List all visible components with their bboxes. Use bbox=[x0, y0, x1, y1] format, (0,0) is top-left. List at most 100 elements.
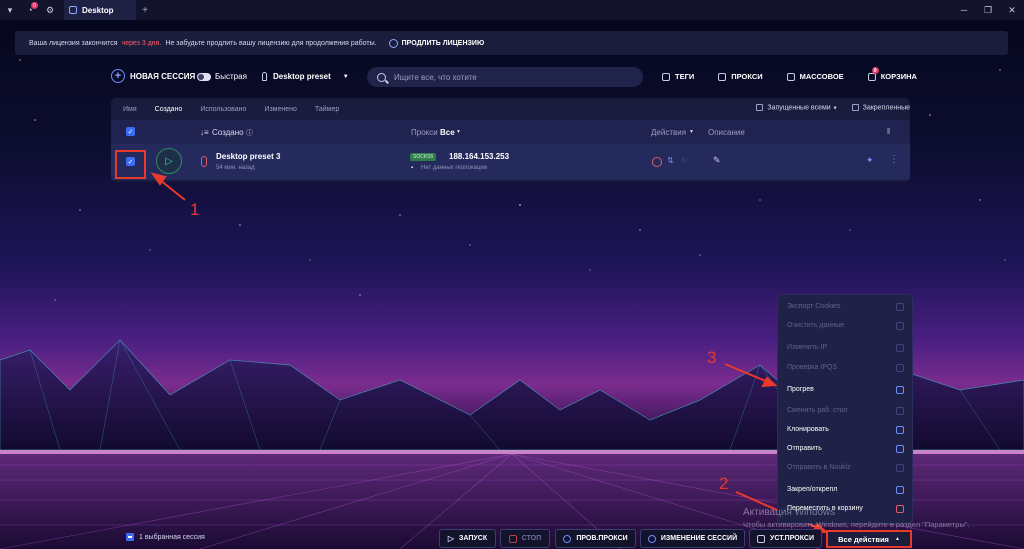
check-proxy-button[interactable]: ПРОВ.ПРОКСИ bbox=[555, 529, 636, 548]
edit-icon bbox=[647, 534, 656, 543]
desktop-icon bbox=[896, 406, 904, 415]
check-proxy-label: ПРОВ.ПРОКСИ bbox=[576, 535, 628, 542]
table-row[interactable]: ✓ ▷ Desktop preset 3 54 мин. назад SOCKS… bbox=[111, 144, 910, 180]
refresh-icon[interactable]: ↻ bbox=[681, 156, 688, 165]
all-actions-button[interactable]: Все действия ▲ bbox=[826, 530, 912, 548]
selection-counter[interactable]: 1 выбранная сессия bbox=[126, 533, 205, 541]
highlight-checkbox bbox=[115, 150, 146, 179]
person-icon bbox=[262, 72, 267, 81]
columns-icon[interactable]: ⦀ bbox=[887, 127, 891, 137]
start-label: ЗАПУСК bbox=[459, 535, 488, 542]
quick-label: Быстрая bbox=[215, 72, 247, 81]
tags-label: ТЕГИ bbox=[675, 72, 695, 81]
more-options-icon[interactable]: ⋮ bbox=[889, 154, 899, 165]
shield-icon bbox=[896, 363, 904, 372]
app-logo-icon[interactable]: ▾ bbox=[0, 0, 20, 20]
sessions-panel: Имя Создано Использовано Изменено Таймер… bbox=[111, 98, 910, 182]
toolbar-links: ТЕГИ ПРОКСИ МАССОВОЕ 0 КОРЗИНА bbox=[662, 67, 941, 81]
sort-arrow-icon[interactable]: ↓≡ bbox=[200, 128, 209, 137]
bulk-button[interactable]: МАССОВОЕ bbox=[786, 72, 844, 81]
new-session-label: НОВАЯ СЕССИЯ bbox=[130, 71, 196, 81]
launched-all-filter[interactable]: Запущенные всеми ▼ bbox=[756, 104, 838, 111]
stop-button[interactable]: СТОП bbox=[500, 529, 550, 548]
preset-selector[interactable]: Desktop preset ▼ bbox=[262, 72, 349, 81]
minimize-icon[interactable]: ─ bbox=[952, 0, 976, 20]
title-bar: ▾ ◔ 0 ⚙ Desktop + ─ ❐ ✕ bbox=[0, 0, 1024, 20]
menu-item-change-desktop[interactable]: Сменить раб. стол bbox=[778, 401, 912, 420]
pinned-checkbox[interactable] bbox=[851, 104, 859, 111]
proxy-type-badge: SOCKS5 bbox=[410, 153, 437, 161]
flag-icon: ▪ bbox=[411, 165, 414, 171]
close-icon[interactable]: ✕ bbox=[1000, 0, 1024, 20]
annotation-number-3: 3 bbox=[707, 348, 717, 367]
pin-icon[interactable]: ✦ bbox=[866, 155, 874, 166]
menu-item-send[interactable]: Отправить bbox=[778, 439, 912, 458]
settings-gear-icon[interactable]: ⚙ bbox=[40, 0, 60, 20]
cookie-icon bbox=[896, 302, 904, 311]
annotation-number-1: 1 bbox=[190, 200, 200, 219]
stop-icon bbox=[508, 534, 517, 543]
windows-activation-title: Активация Windows bbox=[743, 507, 836, 518]
trash-button[interactable]: 0 КОРЗИНА bbox=[867, 67, 917, 81]
filter-name[interactable]: Имя bbox=[117, 106, 143, 113]
select-all-checkbox[interactable]: ✓ bbox=[126, 127, 135, 136]
session-created: 54 мин. назад bbox=[216, 165, 255, 171]
clear-icon bbox=[896, 321, 904, 330]
play-icon[interactable]: ▷ bbox=[156, 148, 182, 174]
change-sessions-button[interactable]: ИЗМЕНЕНИЕ СЕССИЙ bbox=[640, 529, 745, 548]
pin-icon bbox=[896, 485, 904, 494]
chevron-down-icon[interactable]: ▼ bbox=[689, 129, 694, 135]
start-button[interactable]: ▷ ЗАПУСК bbox=[439, 529, 496, 548]
launched-all-checkbox[interactable] bbox=[756, 104, 764, 111]
search-icon bbox=[377, 72, 386, 82]
plus-icon: + bbox=[111, 69, 125, 83]
maximize-icon[interactable]: ❐ bbox=[976, 0, 1000, 20]
col-created[interactable]: Создано bbox=[212, 128, 244, 137]
deselect-checkbox[interactable] bbox=[126, 533, 134, 541]
menu-item-warmup[interactable]: Прогрев bbox=[778, 380, 912, 399]
menu-item-change-ip[interactable]: Изменить IP bbox=[778, 338, 912, 357]
filter-options: Запущенные всеми ▼ Закрепленные bbox=[756, 104, 910, 111]
proxy-filter-select[interactable]: Все bbox=[440, 128, 455, 137]
refresh-icon bbox=[896, 343, 904, 352]
search-input[interactable] bbox=[394, 72, 614, 82]
menu-item-clone[interactable]: Клонировать bbox=[778, 420, 912, 439]
filter-used[interactable]: Использовано bbox=[194, 106, 252, 113]
filter-created[interactable]: Создано bbox=[149, 106, 189, 113]
notification-badge: 0 bbox=[31, 2, 38, 9]
quick-toggle[interactable]: Быстрая bbox=[197, 72, 247, 81]
stop-label: СТОП bbox=[521, 535, 542, 542]
proxies-label: ПРОКСИ bbox=[731, 72, 763, 81]
proxy-ip[interactable]: 188.164.153.253 bbox=[449, 152, 509, 161]
edit-pencil-icon[interactable]: ✎ bbox=[713, 155, 721, 166]
license-warning: через 3 дня. bbox=[121, 39, 162, 47]
pinned-filter[interactable]: Закрепленные bbox=[851, 104, 910, 111]
menu-item-clear-data[interactable]: Очистить данные bbox=[778, 316, 912, 335]
menu-item-ipqs-check[interactable]: Проверка IPQS bbox=[778, 358, 912, 377]
session-name[interactable]: Desktop preset 3 bbox=[216, 152, 280, 161]
all-actions-menu: Экспорт Cookies Очистить данные Изменить… bbox=[777, 294, 913, 524]
cookie-icon[interactable] bbox=[652, 157, 662, 167]
add-tab-button[interactable]: + bbox=[136, 5, 154, 16]
filter-timer[interactable]: Таймер bbox=[309, 106, 345, 113]
toggle-switch[interactable] bbox=[197, 72, 211, 81]
table-header: ✓ ↓≡ Создано ⓘ Прокси Все ▼ Действия ▼ О… bbox=[111, 120, 910, 144]
menu-item-send-nooklz[interactable]: Отправить в Nooklz bbox=[778, 458, 912, 477]
filter-modified[interactable]: Изменено bbox=[258, 106, 302, 113]
tags-button[interactable]: ТЕГИ bbox=[662, 72, 694, 81]
menu-item-pin[interactable]: Закреп/открепл bbox=[778, 480, 912, 499]
set-proxy-button[interactable]: УСТ.ПРОКСИ bbox=[749, 529, 822, 548]
window-controls: ─ ❐ ✕ bbox=[952, 0, 1024, 20]
renew-license-button[interactable]: ПРОДЛИТЬ ЛИЦЕНЗИЮ bbox=[388, 38, 484, 48]
menu-item-export-cookies[interactable]: Экспорт Cookies bbox=[778, 297, 912, 316]
desktop-tab-icon bbox=[69, 6, 77, 14]
new-session-button[interactable]: + НОВАЯ СЕССИЯ bbox=[111, 69, 195, 83]
search-bar bbox=[367, 67, 643, 87]
tab-desktop[interactable]: Desktop bbox=[64, 0, 136, 20]
trash-label: КОРЗИНА bbox=[880, 72, 917, 81]
proxies-button[interactable]: ПРОКСИ bbox=[718, 72, 763, 81]
notifications-bell-icon[interactable]: ◔ 0 bbox=[20, 0, 40, 20]
stack-icon bbox=[786, 72, 795, 81]
col-description: Описание bbox=[708, 128, 745, 137]
sync-icon[interactable]: ⇅ bbox=[667, 156, 674, 165]
